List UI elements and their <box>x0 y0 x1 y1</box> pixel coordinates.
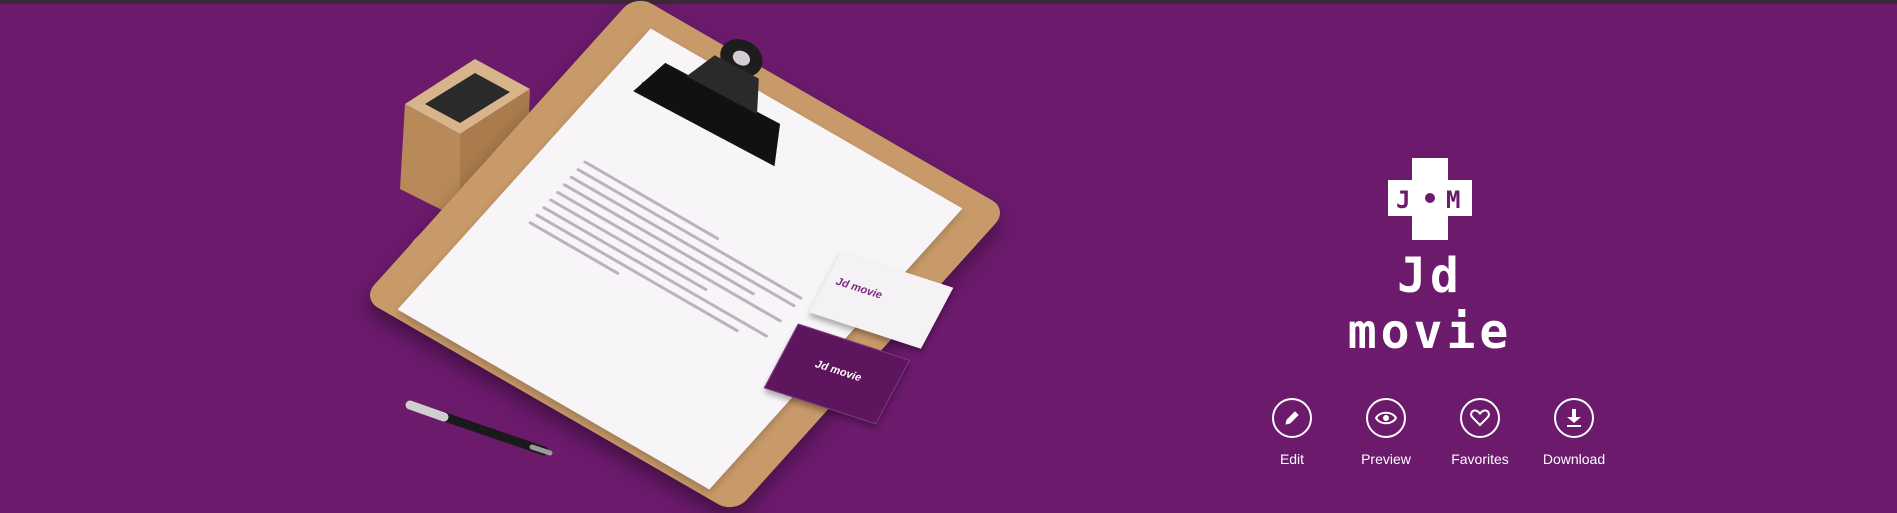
eye-icon <box>1366 398 1406 438</box>
card-logo: Jd movie <box>833 275 885 302</box>
preview-label: Preview <box>1361 451 1411 467</box>
svg-text:J: J <box>1396 186 1410 214</box>
svg-text:M: M <box>1446 186 1460 214</box>
action-bar: Edit Preview Favorites Download <box>1245 398 1621 467</box>
edit-button[interactable]: Edit <box>1245 398 1339 467</box>
card-back-logo: Jd movie <box>812 358 864 385</box>
heart-icon <box>1460 398 1500 438</box>
pen <box>405 400 553 456</box>
favorites-label: Favorites <box>1451 451 1509 467</box>
download-button[interactable]: Download <box>1527 398 1621 467</box>
preview-button[interactable]: Preview <box>1339 398 1433 467</box>
pencil-icon <box>1272 398 1312 438</box>
edit-label: Edit <box>1279 451 1305 467</box>
brand-name: Jd movie <box>1347 248 1513 360</box>
letterhead-body <box>523 155 815 359</box>
download-label: Download <box>1542 451 1606 467</box>
download-icon <box>1554 398 1594 438</box>
monogram-icon: J M <box>1388 158 1472 240</box>
favorites-button[interactable]: Favorites <box>1433 398 1527 467</box>
